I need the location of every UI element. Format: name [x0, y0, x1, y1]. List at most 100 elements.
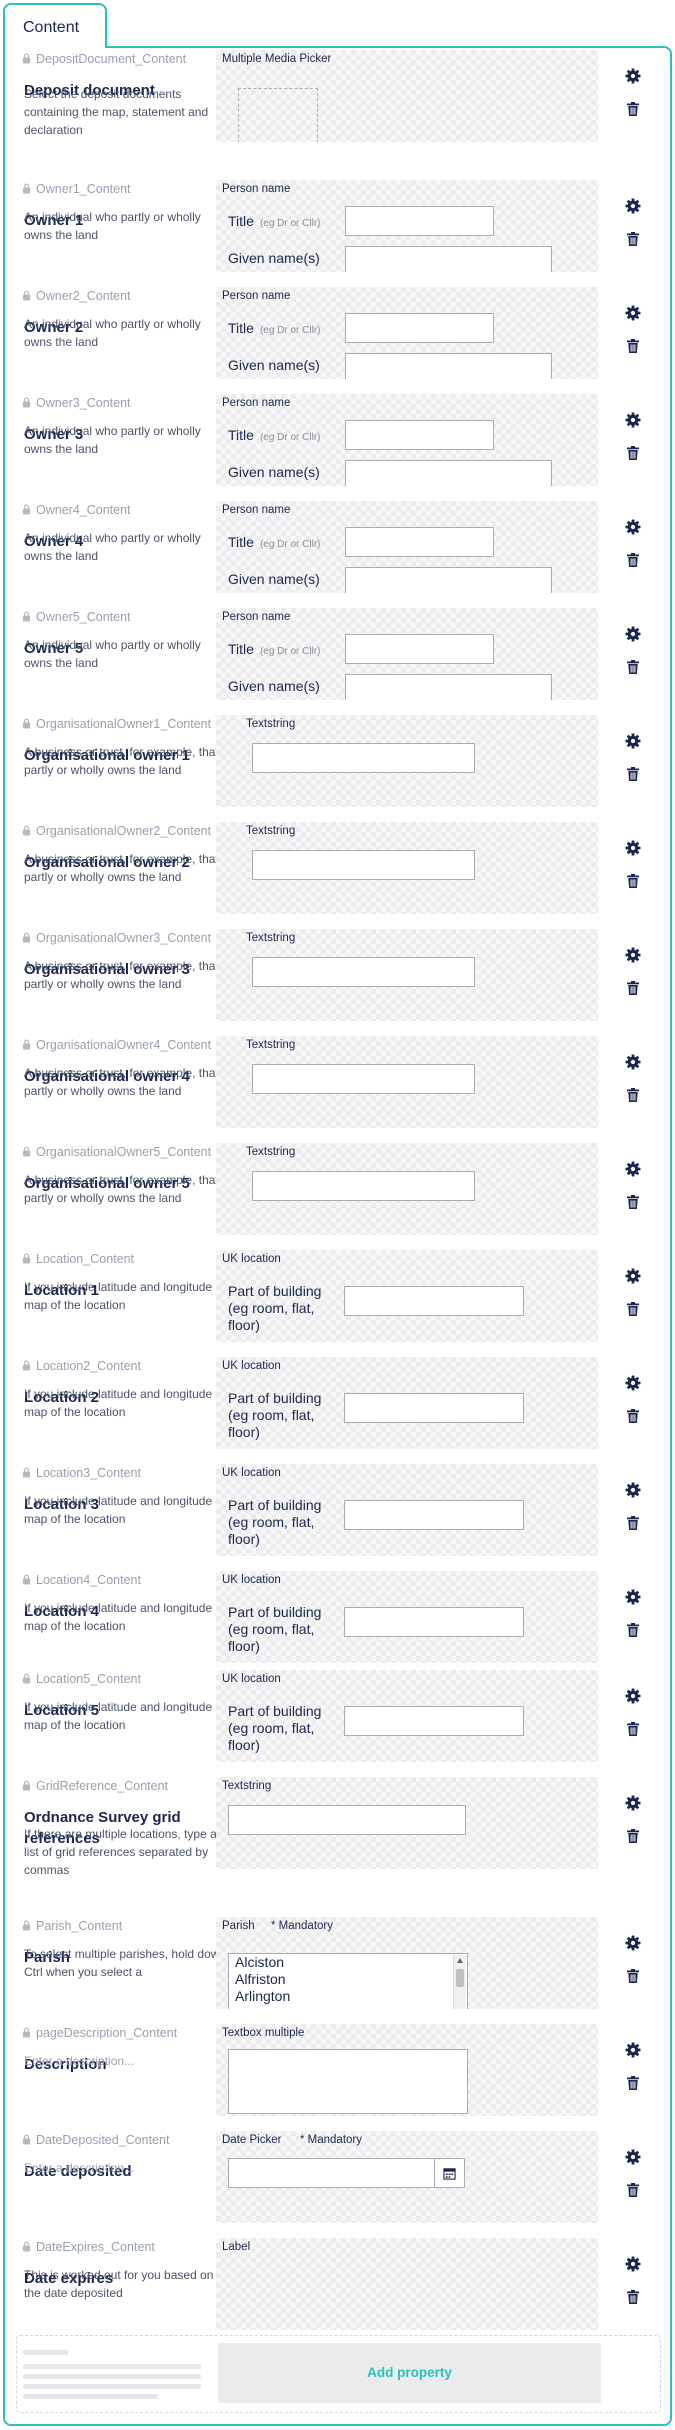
given-names-input[interactable] — [345, 674, 552, 700]
lock-icon — [22, 504, 31, 515]
gear-icon[interactable] — [625, 1268, 641, 1284]
property-editor: Textstring — [216, 1143, 598, 1235]
property-19: pageDescription_Content Description Enter … — [22, 2024, 672, 2136]
gear-icon[interactable] — [625, 2042, 641, 2058]
parish-option[interactable]: Arlington — [229, 1988, 467, 2005]
trash-icon[interactable] — [625, 1721, 641, 1737]
scroll-thumb[interactable] — [456, 1969, 464, 1987]
property-alias-text: pageDescription_Content — [36, 2026, 178, 2040]
property-description: If you include latitude and longitude a … — [24, 1387, 223, 1419]
trash-icon[interactable] — [625, 873, 641, 889]
property-editor: UK location Part of building (eg room, fl… — [216, 1250, 598, 1342]
part-of-building-input[interactable] — [344, 1393, 524, 1423]
trash-icon[interactable] — [625, 1968, 641, 1984]
trash-icon[interactable] — [625, 231, 641, 247]
gear-icon[interactable] — [625, 519, 641, 535]
given-names-input[interactable] — [345, 246, 552, 272]
trash-icon[interactable] — [625, 2289, 641, 2305]
property-alias-text: Owner1_Content — [36, 182, 131, 196]
property-editor: Parish * Mandatory Alciston Alfriston Arling… — [216, 1917, 598, 2009]
part-of-building-input[interactable] — [344, 1607, 524, 1637]
part-of-building-input[interactable] — [344, 1500, 524, 1530]
gear-icon[interactable] — [625, 1482, 641, 1498]
title-input[interactable] — [345, 313, 494, 343]
property-editor: Person name Title (eg Dr or Cllr) Given nam… — [216, 180, 598, 272]
trash-icon[interactable] — [625, 1194, 641, 1210]
gear-icon[interactable] — [625, 947, 641, 963]
trash-icon[interactable] — [625, 766, 641, 782]
trash-icon[interactable] — [625, 1622, 641, 1638]
calendar-button[interactable] — [434, 2159, 464, 2187]
grid-reference-input[interactable] — [228, 1805, 466, 1835]
gear-icon[interactable] — [625, 1589, 641, 1605]
parish-option[interactable]: Alciston — [229, 1954, 467, 1971]
trash-icon[interactable] — [625, 552, 641, 568]
title-input[interactable] — [345, 527, 494, 557]
description-textarea[interactable] — [228, 2049, 468, 2114]
editor-type-label: Textstring — [246, 932, 296, 944]
editor-type-label: Textstring — [246, 1039, 296, 1051]
part-of-building-input[interactable] — [344, 1286, 524, 1316]
lock-icon — [22, 611, 31, 622]
trash-icon[interactable] — [625, 659, 641, 675]
gear-icon[interactable] — [625, 305, 641, 321]
gear-icon[interactable] — [625, 840, 641, 856]
parish-option[interactable]: Alfriston — [229, 1971, 467, 1988]
gear-icon[interactable] — [625, 2149, 641, 2165]
gear-icon[interactable] — [625, 1795, 641, 1811]
trash-icon[interactable] — [625, 101, 641, 117]
gear-icon[interactable] — [625, 733, 641, 749]
gear-icon[interactable] — [625, 1688, 641, 1704]
parish-select[interactable]: Alciston Alfriston Arlington — [228, 1953, 468, 2009]
title-input[interactable] — [345, 206, 494, 236]
gear-icon[interactable] — [625, 412, 641, 428]
title-input[interactable] — [345, 420, 494, 450]
date-input[interactable] — [228, 2158, 465, 2188]
property-alias: OrganisationalOwner4_Content — [22, 1038, 211, 1052]
trash-icon[interactable] — [625, 445, 641, 461]
tab-content[interactable]: Content — [3, 3, 107, 48]
gear-icon[interactable] — [625, 198, 641, 214]
textstring-input[interactable] — [252, 1171, 475, 1201]
lock-icon — [22, 397, 31, 408]
textstring-input[interactable] — [252, 850, 475, 880]
gear-icon[interactable] — [625, 1161, 641, 1177]
gear-icon[interactable] — [625, 1935, 641, 1951]
gear-icon[interactable] — [625, 1375, 641, 1391]
gear-icon[interactable] — [625, 1054, 641, 1070]
editor-type-label: Textstring — [246, 1146, 296, 1158]
media-picker-add[interactable] — [238, 88, 318, 142]
given-names-input[interactable] — [345, 353, 552, 379]
part-of-building-label: Part of building (eg room, flat, floor) — [228, 1390, 322, 1440]
trash-icon[interactable] — [625, 1515, 641, 1531]
title-input[interactable] — [345, 634, 494, 664]
editor-type-label: Parish — [222, 1920, 255, 1932]
parish-scrollbar[interactable] — [453, 1955, 466, 2009]
property-description: A business or trust, for example, that p… — [24, 852, 219, 884]
lock-icon — [22, 1673, 31, 1684]
trash-icon[interactable] — [625, 1828, 641, 1844]
lock-icon — [22, 1920, 31, 1931]
property-editor: UK location Part of building (eg room, fl… — [216, 1464, 598, 1556]
trash-icon[interactable] — [625, 338, 641, 354]
given-names-input[interactable] — [345, 460, 552, 486]
textstring-input[interactable] — [252, 1064, 475, 1094]
given-names-input[interactable] — [345, 567, 552, 593]
add-property-button[interactable]: Add property — [218, 2343, 601, 2403]
trash-icon[interactable] — [625, 2075, 641, 2091]
trash-icon[interactable] — [625, 2182, 641, 2198]
scroll-up-icon[interactable] — [457, 1958, 463, 1963]
gear-icon[interactable] — [625, 2256, 641, 2272]
gear-icon[interactable] — [625, 626, 641, 642]
lock-icon — [22, 2241, 31, 2252]
editor-type-label: Person name — [222, 183, 291, 195]
trash-icon[interactable] — [625, 980, 641, 996]
property-13: Location2_Content Location 2 If you includ… — [22, 1357, 672, 1469]
trash-icon[interactable] — [625, 1301, 641, 1317]
trash-icon[interactable] — [625, 1087, 641, 1103]
trash-icon[interactable] — [625, 1408, 641, 1424]
part-of-building-input[interactable] — [344, 1706, 524, 1736]
gear-icon[interactable] — [625, 68, 641, 84]
textstring-input[interactable] — [252, 743, 475, 773]
textstring-input[interactable] — [252, 957, 475, 987]
